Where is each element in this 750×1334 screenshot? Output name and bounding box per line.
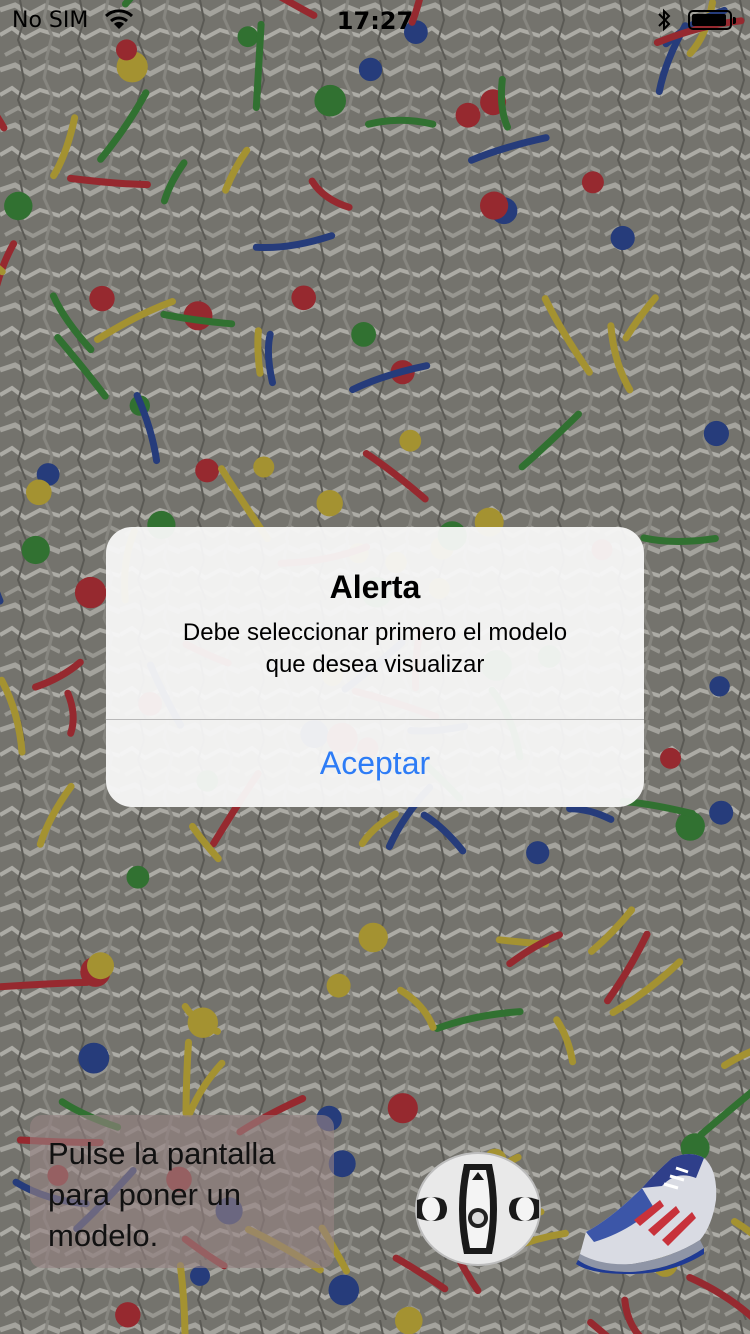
alert-title: Alerta <box>329 569 421 605</box>
alert-message-line: que desea visualizar <box>265 651 485 678</box>
hint-line: Pulse la pantalla <box>48 1136 276 1171</box>
instruction-hint: Pulse la pantalla para poner un modelo. <box>30 1115 334 1268</box>
soccer-ball-icon <box>415 1152 541 1266</box>
soccer-ball-model-button[interactable] <box>414 1150 542 1268</box>
hint-line: para poner un <box>48 1177 242 1212</box>
accept-button[interactable]: Aceptar <box>106 720 644 807</box>
alert-message-line: Debe seleccionar primero el modelo <box>182 619 568 646</box>
sneaker-model-button[interactable] <box>572 1148 722 1274</box>
hint-line: modelo. <box>48 1218 159 1253</box>
alert-message: Debe seleccionar primero el modelo que d… <box>146 617 604 681</box>
alert-dialog: Alerta Debe seleccionar primero el model… <box>106 527 644 807</box>
sneaker-icon <box>576 1154 717 1274</box>
